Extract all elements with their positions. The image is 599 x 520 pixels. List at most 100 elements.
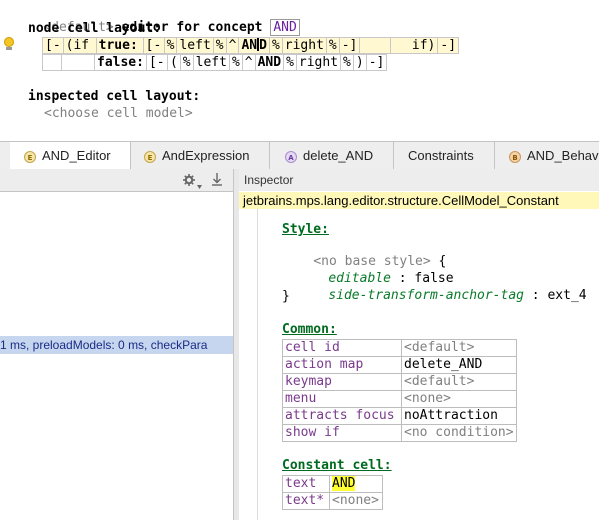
cell[interactable]: % [228,54,243,71]
cell[interactable]: % [283,54,297,71]
prop-key: text* [282,492,330,510]
cell[interactable] [359,37,392,54]
chevron-down-icon[interactable] [197,178,202,189]
cell[interactable]: ( [166,54,181,71]
editor-icon: E [144,150,156,163]
inspected-cell-layout-label: inspected cell layout: [28,89,201,104]
cell[interactable]: if) [390,37,439,54]
prop-value[interactable]: <none> [329,492,383,510]
cell[interactable]: ^ [241,54,256,71]
constant-cell-section-label: Constant cell: [282,458,392,473]
left-panel-header [0,169,233,192]
prop-value[interactable]: noAttraction [401,407,517,425]
prop-key: show if [282,424,402,442]
cell[interactable]: -] [365,54,388,71]
cell[interactable]: % [325,37,340,54]
table-row[interactable]: menu <none> [282,390,517,408]
style-prop-side-transform[interactable]: side-transform-anchor-tag : ext_4 [297,272,587,320]
inspector-title: Inspector [239,169,599,191]
cell[interactable] [42,54,62,71]
cell[interactable] [61,54,95,71]
prop-key: action map [282,356,402,374]
cell[interactable]: ^ [225,37,240,54]
choose-cell-model[interactable]: <choose cell model> [44,106,193,122]
cell[interactable]: left [176,37,214,54]
inspector-gutter-line [257,209,258,520]
prop-value[interactable]: <default> [401,339,517,357]
table-row[interactable]: text AND [282,475,383,493]
style-prop-key: side-transform-anchor-tag [328,288,524,303]
cell-row-false[interactable]: false: [- ( % left % ^ AND % right % ) -… [42,54,388,71]
cell[interactable]: -] [437,37,460,54]
cell[interactable]: true: [95,37,144,54]
cell[interactable]: (if [62,37,97,54]
cell-and-selected[interactable]: AN D [238,37,270,54]
editor-tab-bar: E AND_Editor E AndExpression Adelete_AND C… [0,141,599,170]
prop-key: attracts focus [282,407,402,425]
hide-panel-icon[interactable] [212,173,222,186]
cell[interactable]: % [340,54,354,71]
table-row[interactable]: attracts focus noAttraction [282,407,517,425]
node-cell-layout-label: node cell layout: [28,21,162,36]
cell[interactable]: right [281,37,327,54]
cell[interactable]: false: [94,54,147,71]
left-tool-panel: 1 ms, preloadModels: 0 ms, checkPara [0,169,233,520]
cell[interactable]: AND [254,54,285,71]
prop-key: cell id [282,339,402,357]
brace-close: } [282,289,290,304]
intention-bulb-icon[interactable] [3,37,15,51]
style-prop-value: ext_4 [547,288,587,303]
cell[interactable]: [- [145,54,168,71]
table-row[interactable]: show if <no condition> [282,424,517,442]
gear-icon[interactable] [183,174,195,186]
prop-value-cell[interactable]: AND [329,475,383,493]
table-row[interactable]: cell id <default> [282,339,517,357]
table-row[interactable]: action map delete_AND [282,356,517,374]
prop-key: menu [282,390,402,408]
editor-icon: E [24,150,36,163]
tab-and-editor[interactable]: E AND_Editor [10,142,131,170]
tab-andexpression[interactable]: E AndExpression [131,142,270,169]
behavior-icon: B [509,150,521,163]
tab-constraints[interactable]: Constraints [394,142,495,169]
cell[interactable]: [- [42,37,64,54]
cell[interactable]: % [268,37,283,54]
table-row[interactable]: text* <none> [282,492,383,510]
concept-reference[interactable]: AND [270,19,300,36]
text-caret [257,38,260,51]
prop-key: keymap [282,373,402,391]
prop-value[interactable]: <no condition> [401,424,517,442]
tab-label: delete_AND [303,148,374,163]
cell[interactable]: -] [338,37,361,54]
tab-and-behavior[interactable]: B AND_Behav [495,142,599,169]
common-properties-table: cell id <default> action map delete_AND ke… [282,339,517,442]
action-icon: A [285,150,297,163]
cell-row-true[interactable]: [- (if true: [- % left % ^ AN D % right %… [42,37,460,54]
cell[interactable]: ) [352,54,367,71]
style-section-label: Style: [282,222,329,237]
prop-value[interactable]: delete_AND [401,356,517,374]
cell[interactable]: % [212,37,227,54]
tab-label: AND_Behav [527,148,599,163]
tab-label: Constraints [408,148,474,163]
prop-value[interactable]: <none> [401,390,517,408]
cell[interactable]: % [163,37,178,54]
cell[interactable]: left [192,54,230,71]
cell[interactable]: % [179,54,194,71]
status-text: 1 ms, preloadModels: 0 ms, checkPara [0,336,233,354]
table-row[interactable]: keymap <default> [282,373,517,391]
editor-canvas[interactable]: <default> editor for concept AND node ce… [0,0,599,140]
cell[interactable]: right [295,54,342,71]
inspector-panel: Inspector jetbrains.mps.lang.editor.stru… [239,169,599,520]
tab-delete-and[interactable]: Adelete_AND [270,142,394,169]
common-section-label: Common: [282,322,337,337]
prop-value[interactable]: <default> [401,373,517,391]
cell[interactable]: [- [142,37,165,54]
tab-label: AndExpression [162,148,250,163]
cell-and-text: AN D [241,38,267,53]
tab-label: AND_Editor [42,148,111,163]
constant-cell-table: text AND text* <none> [282,475,383,510]
inspector-concept-path: jetbrains.mps.lang.editor.structure.Cell… [239,192,599,209]
status-message: 1 ms, preloadModels: 0 ms, checkPara [0,338,208,352]
prop-key: text [282,475,330,493]
